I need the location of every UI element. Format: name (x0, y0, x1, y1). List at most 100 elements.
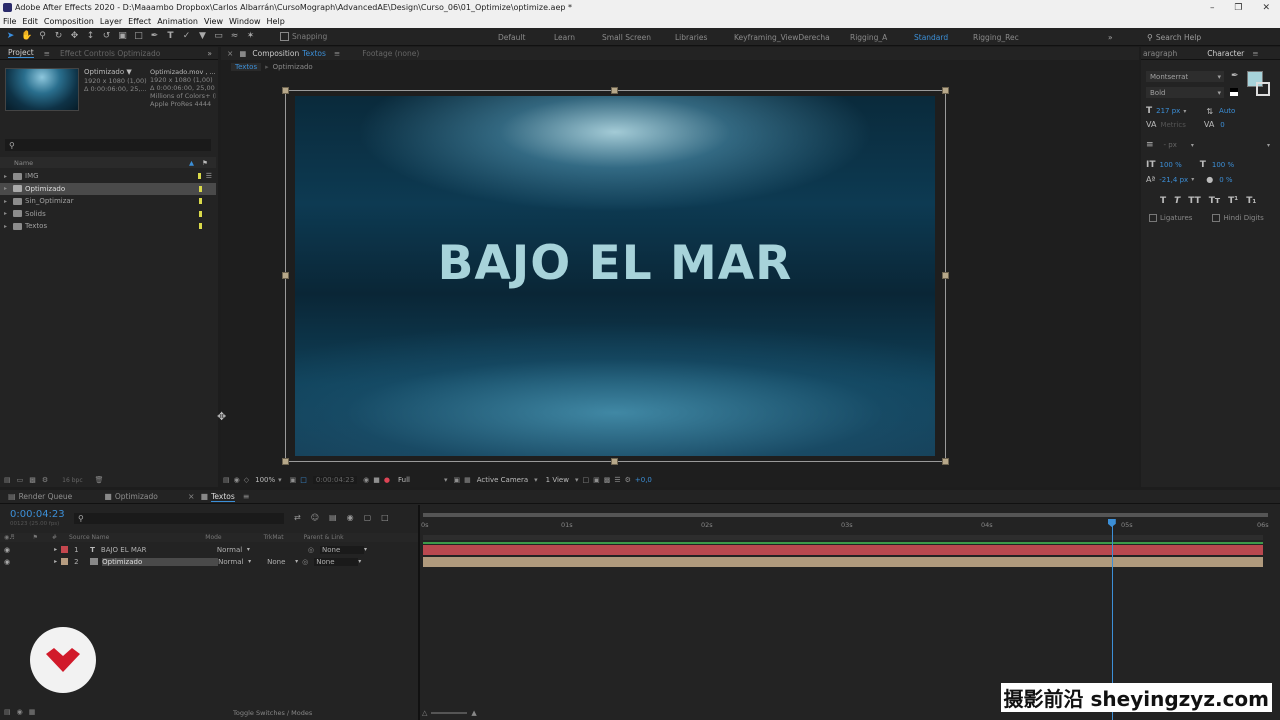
timeline-menu-icon[interactable]: ≡ (243, 492, 250, 501)
layer-label-color[interactable] (61, 558, 69, 565)
transform-handle[interactable] (942, 87, 949, 94)
project-item[interactable]: ▸ Textos (0, 220, 216, 233)
breadcrumb-optimizado[interactable]: Optimizado (273, 63, 313, 71)
tab-footage[interactable]: Footage (none) (362, 49, 419, 58)
layer-parent[interactable]: None (320, 545, 365, 554)
selection-tool-icon[interactable]: ➤ (5, 31, 16, 42)
resolution-select[interactable]: Full (398, 476, 410, 484)
transparency-grid-icon[interactable]: ▦ (464, 476, 471, 484)
puppet-tool-icon[interactable]: ✶ (245, 31, 256, 42)
layer-name[interactable]: BAJO EL MAR (101, 546, 217, 554)
chevron-down-icon[interactable]: ▾ (247, 546, 250, 553)
draft-3d-icon[interactable]: ▣ (593, 476, 600, 484)
project-item[interactable]: ▸ Solids (0, 208, 216, 221)
layer-bar-optimizado[interactable] (423, 557, 1263, 567)
chevron-down-icon[interactable]: ▾ (1191, 176, 1194, 183)
pan-behind-icon[interactable]: ▣ (117, 31, 128, 42)
layer-bar-bajo-el-mar[interactable] (423, 545, 1263, 555)
close-icon[interactable]: × (227, 49, 233, 58)
tab-textos[interactable]: Textos (211, 492, 235, 502)
3d-glasses-icon[interactable]: ◉ (234, 476, 240, 484)
character-menu-icon[interactable]: ≡ (1252, 49, 1258, 58)
zoom-out-icon[interactable]: △ (422, 709, 427, 717)
flowchart-icon[interactable]: ☰ (614, 476, 620, 484)
type-tool-icon[interactable]: T (165, 31, 176, 42)
label-color-swatch[interactable] (199, 210, 202, 217)
frame-blending-icon[interactable]: ▤ (329, 513, 337, 522)
shy-layers-icon[interactable]: ☺ (311, 513, 319, 522)
in-out-icon[interactable]: ▦ (29, 708, 36, 716)
column-name[interactable]: Name (14, 159, 33, 167)
all-caps-icon[interactable]: TT (1188, 196, 1201, 206)
flowchart-icon[interactable]: ☰ (206, 172, 212, 180)
new-comp-icon[interactable]: ▩ (29, 476, 36, 484)
close-icon[interactable]: × (188, 492, 195, 501)
maximize-icon[interactable]: ❐ (1234, 3, 1242, 13)
expand-arrow-icon[interactable]: ▸ (4, 198, 7, 205)
breadcrumb-textos[interactable]: Textos (231, 62, 262, 71)
title-safe-icon[interactable]: ▣ (290, 476, 297, 484)
timeline-zoom-slider[interactable]: △ ▲ (422, 709, 477, 717)
tab-paragraph[interactable]: aragraph (1143, 49, 1177, 58)
minimize-icon[interactable]: – (1210, 3, 1215, 13)
always-preview-icon[interactable]: ▤ (223, 476, 230, 484)
menu-edit[interactable]: Edit (22, 17, 38, 26)
chevron-down-icon[interactable]: ▾ (575, 476, 579, 484)
snapshot-icon[interactable]: ◉ (363, 476, 369, 484)
transform-handle[interactable] (942, 272, 949, 279)
project-item[interactable]: ▸ IMG ☰ (0, 170, 216, 183)
workspace-rigging-a[interactable]: Rigging_A (850, 33, 887, 42)
interpret-footage-icon[interactable]: ▤ (4, 476, 11, 484)
chevron-down-icon[interactable]: ▾ (1267, 142, 1270, 149)
menu-window[interactable]: Window (229, 17, 261, 26)
eraser-tool-icon[interactable]: ▭ (213, 31, 224, 42)
tracking-value[interactable]: 0 (1220, 121, 1224, 129)
pan-camera-icon[interactable]: ✥ (69, 31, 80, 42)
expand-arrow-icon[interactable]: ▸ (4, 223, 7, 230)
delete-icon[interactable]: 🗑 (95, 476, 104, 484)
brainstorm-icon[interactable]: □ (381, 513, 389, 522)
label-color-swatch[interactable] (199, 198, 202, 205)
menu-help[interactable]: Help (267, 17, 285, 26)
zoom-in-icon[interactable]: ▲ (471, 709, 476, 717)
column-parent[interactable]: Parent & Link (304, 534, 344, 541)
project-search-input[interactable]: ⚲ (5, 139, 211, 151)
workspace-keyframing[interactable]: Keyframing_ViewDerecha (734, 33, 830, 42)
transfer-controls-icon[interactable]: ◉ (17, 708, 23, 716)
font-family-select[interactable]: Montserrat ▾ (1146, 71, 1224, 82)
bit-depth[interactable]: 16 bpc (62, 477, 82, 484)
chevron-down-icon[interactable]: ▾ (364, 546, 367, 553)
menu-file[interactable]: File (3, 17, 16, 26)
stroke-color-swatch[interactable] (1256, 82, 1270, 96)
baseline-shift-value[interactable]: -21,4 px (1159, 176, 1188, 184)
composition-menu-icon[interactable]: ≡ (334, 49, 340, 58)
layer-switches-icon[interactable]: ▤ (4, 708, 11, 716)
workspace-learn[interactable]: Learn (554, 33, 575, 42)
show-snapshot-icon[interactable]: ■ (373, 476, 380, 484)
exposure-value[interactable]: +0,0 (635, 476, 652, 484)
chevron-down-icon[interactable]: ▾ (1183, 108, 1186, 115)
chevron-down-icon[interactable]: ▾ (295, 558, 298, 565)
camera-select[interactable]: Active Camera (477, 476, 528, 484)
tab-character[interactable]: Character (1207, 49, 1244, 58)
chevron-down-icon[interactable]: ▾ (1191, 142, 1194, 149)
column-mode[interactable]: Mode (205, 534, 221, 541)
tab-composition-prefix[interactable]: Composition (252, 49, 299, 58)
pen-tool-icon[interactable]: ✒ (149, 31, 160, 42)
workspace-default[interactable]: Default (498, 33, 525, 42)
horizontal-scale-value[interactable]: 100 % (1212, 161, 1234, 169)
visibility-eye-icon[interactable]: ◉ (4, 546, 10, 554)
eyedropper-icon[interactable]: ✒ (1231, 71, 1239, 81)
rectangle-tool-icon[interactable]: □ (133, 31, 144, 42)
layer-mode[interactable]: Normal (217, 546, 247, 554)
pick-whip-icon[interactable]: ◎ (302, 558, 308, 566)
workspace-overflow-icon[interactable]: » (1108, 33, 1113, 42)
search-help[interactable]: ⚲ Search Help (1147, 31, 1275, 43)
sort-arrow-icon[interactable]: ▲ (189, 159, 194, 167)
fast-preview-icon[interactable]: ▣ (454, 476, 461, 484)
kerning-value[interactable]: Metrics (1160, 121, 1185, 129)
toggle-switches-modes[interactable]: Toggle Switches / Modes (233, 709, 312, 717)
zoom-track[interactable] (431, 712, 468, 714)
tsume-value[interactable]: 0 % (1219, 176, 1232, 184)
close-icon[interactable]: ✕ (1262, 3, 1270, 13)
